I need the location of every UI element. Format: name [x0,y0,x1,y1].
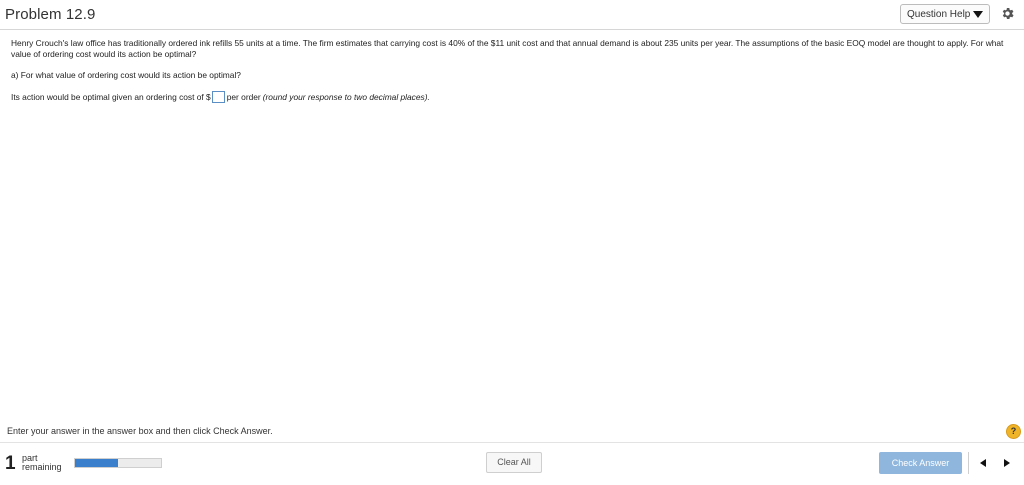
answer-hint: (round your response to two decimal plac… [262,92,430,102]
part-a-question: a) For what value of ordering cost would… [11,70,241,80]
previous-button[interactable] [972,452,994,474]
help-icon[interactable]: ? [1006,424,1021,439]
clear-all-button[interactable]: Clear All [486,452,542,473]
parts-label-line2: remaining [22,462,62,472]
answer-suffix: per order [226,92,261,102]
answer-input[interactable] [211,91,225,103]
header-bar: Problem 12.9 Question Help [0,0,1024,30]
footer-instruction: Enter your answer in the answer box and … [7,426,273,436]
problem-statement: Henry Crouch's law office has traditiona… [11,38,1016,60]
progress-bar [74,458,162,468]
gear-icon[interactable] [1000,6,1015,21]
parts-remaining-label: part remaining [22,454,62,472]
check-answer-button[interactable]: Check Answer [879,452,962,474]
page: Problem 12.9 Question Help Henry Crouch'… [0,0,1024,485]
question-help-label: Question Help [907,8,971,20]
answer-line: Its action would be optimal given an ord… [11,91,430,103]
triangle-right-icon [1004,459,1010,467]
question-help-button[interactable]: Question Help [900,4,990,24]
problem-text: Henry Crouch's law office has traditiona… [11,38,1004,59]
progress-fill [75,459,118,467]
nav-divider [968,452,969,474]
footer-divider [0,442,1024,443]
next-button[interactable] [996,452,1018,474]
parts-remaining-count: 1 [5,453,16,474]
triangle-left-icon [980,459,986,467]
answer-prefix: Its action would be optimal given an ord… [11,92,211,102]
caret-down-icon [973,11,983,18]
page-title: Problem 12.9 [5,6,96,23]
